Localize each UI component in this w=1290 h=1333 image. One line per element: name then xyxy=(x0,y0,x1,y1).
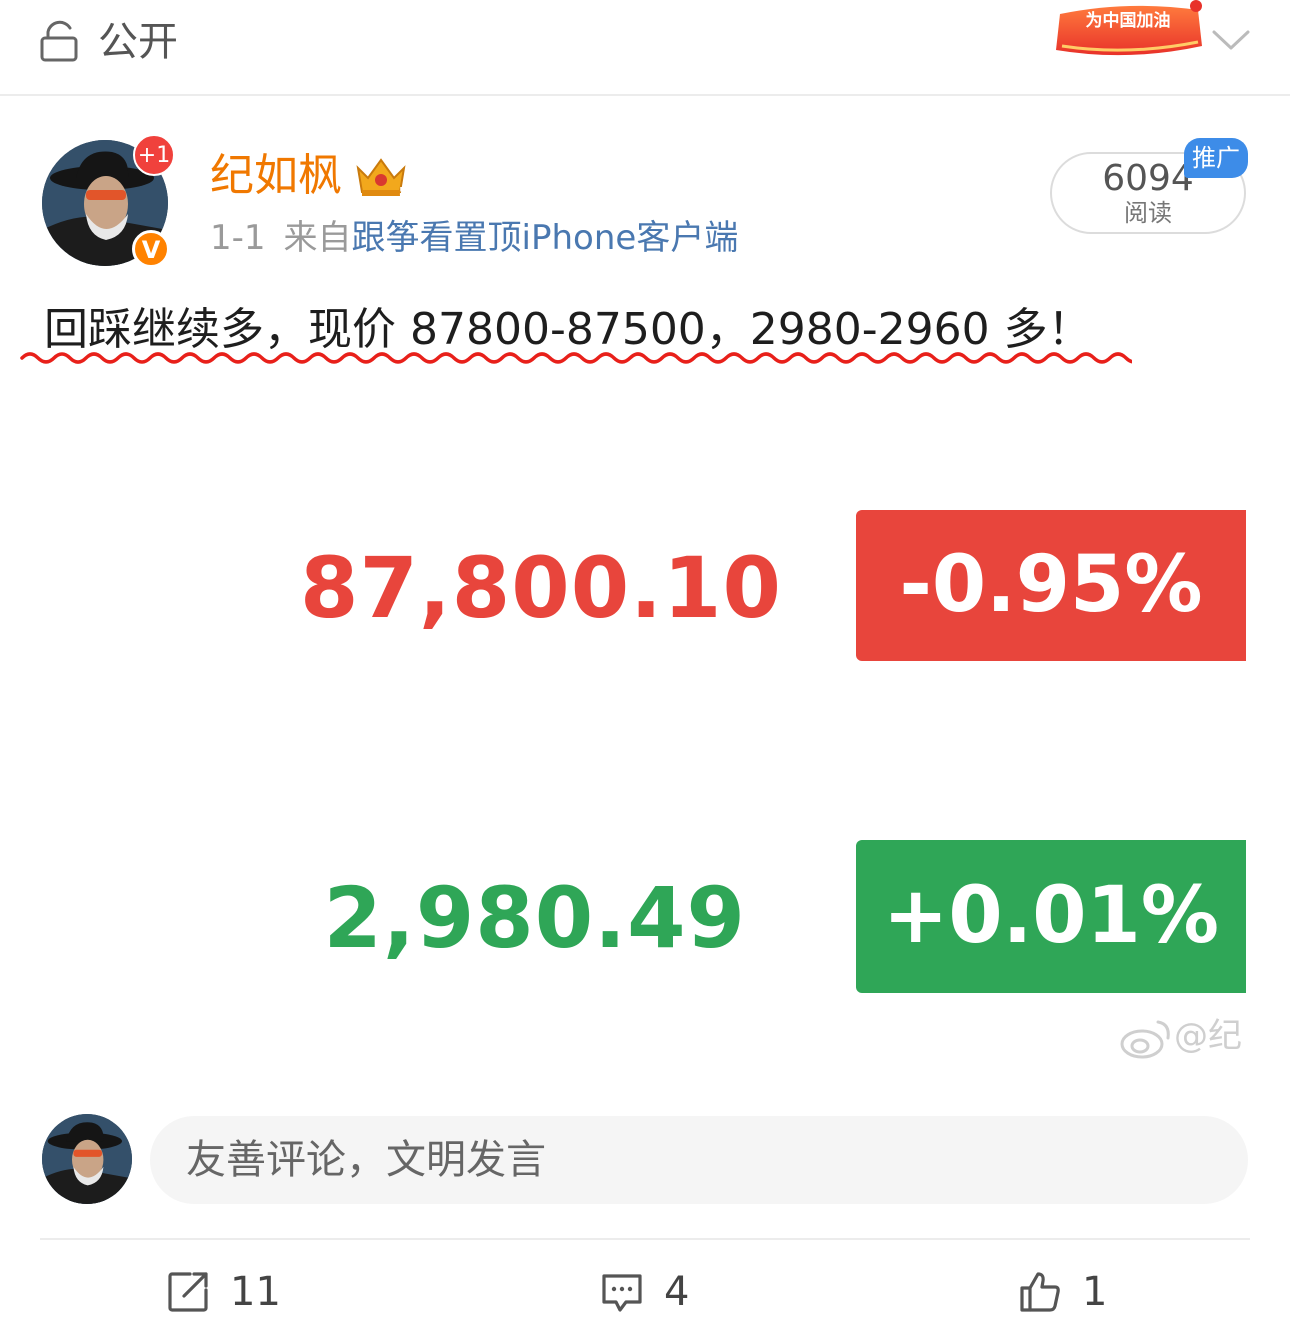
watermark-text: @纪 xyxy=(1174,1016,1242,1056)
quote-price: 87,800.10 xyxy=(300,539,782,637)
svg-text:5: 5 xyxy=(399,185,407,199)
quote-change-badge: -0.95% xyxy=(856,510,1246,661)
top-divider xyxy=(0,94,1290,96)
my-avatar[interactable] xyxy=(42,1114,132,1204)
lock-icon[interactable] xyxy=(38,20,82,64)
watermark: @纪 xyxy=(1118,1012,1242,1060)
quote-price: 2,980.49 xyxy=(323,869,746,967)
privacy-label[interactable]: 公开 xyxy=(98,16,178,68)
spellcheck-underline xyxy=(20,352,1132,364)
author-name[interactable]: 纪如枫 xyxy=(210,148,342,204)
like-button[interactable]: 1 xyxy=(1018,1262,1178,1322)
comment-button[interactable]: 4 xyxy=(600,1262,740,1322)
promo-badge-text: 为中国加油 xyxy=(1086,10,1171,31)
comment-icon xyxy=(602,1274,642,1312)
chevron-down-icon[interactable] xyxy=(1210,24,1252,54)
weibo-logo-icon xyxy=(1120,1020,1170,1058)
promo-badge-icon[interactable]: 为中国加油 xyxy=(1052,0,1204,62)
from-label: 来自 xyxy=(283,218,352,258)
crown-icon[interactable]: 5 xyxy=(352,152,410,200)
like-count: 1 xyxy=(1082,1269,1108,1315)
source-link[interactable]: 跟筝看置顶iPhone客户端 xyxy=(352,218,739,258)
verified-badge: V xyxy=(132,230,170,268)
action-divider xyxy=(40,1238,1250,1240)
thumbs-up-icon xyxy=(1020,1272,1060,1312)
post-date: 1-1 xyxy=(210,218,266,258)
avatar-image xyxy=(42,1114,132,1204)
notification-badge: +1 xyxy=(133,134,175,176)
comment-input[interactable]: 友善评论，文明发言 xyxy=(150,1116,1248,1204)
promo-tag[interactable]: 推广 xyxy=(1184,138,1248,178)
repost-button[interactable]: 11 xyxy=(166,1262,306,1322)
quote-change-badge: +0.01% xyxy=(856,840,1246,993)
repost-icon xyxy=(168,1272,208,1312)
repost-count: 11 xyxy=(230,1269,281,1315)
post-meta: 1-1 来自跟筝看置顶iPhone客户端 xyxy=(210,214,738,262)
comment-count: 4 xyxy=(664,1269,690,1315)
reads-label: 阅读 xyxy=(1124,199,1172,227)
